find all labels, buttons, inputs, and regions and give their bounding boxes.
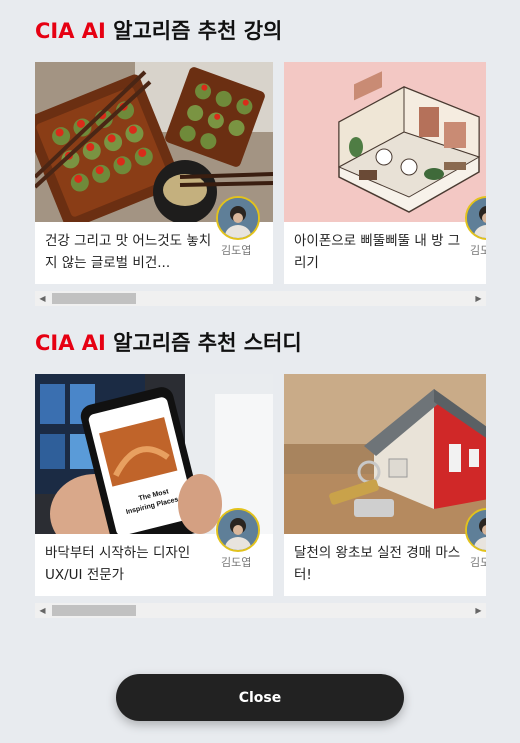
room-illustration <box>284 62 486 222</box>
scroll-right-arrow-icon[interactable]: ▶ <box>471 603 486 618</box>
scroll-right-arrow-icon[interactable]: ▶ <box>471 291 486 306</box>
card-title: 건강 그리고 맛 어느것도 놓치지 않는 글로벌 비건... <box>45 233 212 271</box>
scroll-left-arrow-icon[interactable]: ◀ <box>35 291 50 306</box>
brand-text: CIA AI <box>35 19 106 43</box>
lecture-card[interactable]: 아이폰으로 삐뚤삐뚤 내 방 그리기 김도엽 <box>284 62 486 284</box>
author-name: 김도엽 <box>470 556 486 569</box>
house-key-photo <box>284 374 486 534</box>
lecture-card[interactable]: 건강 그리고 맛 어느것도 놓치지 않는 글로벌 비건... 김도엽 <box>35 62 273 284</box>
brand-text: CIA AI <box>35 331 106 355</box>
section-title-text: 알고리즘 추천 스터디 <box>105 331 302 355</box>
author-name: 김도엽 <box>221 556 252 569</box>
card-title: 아이폰으로 삐뚤삐뚤 내 방 그리기 <box>294 233 461 271</box>
card-title: 달천의 왕초보 실전 경매 마스터! <box>294 545 461 583</box>
scroll-left-arrow-icon[interactable]: ◀ <box>35 603 50 618</box>
author-avatar[interactable] <box>216 196 260 240</box>
author-name: 김도엽 <box>221 244 252 257</box>
section-title-lectures: CIA AI 알고리즘 추천 강의 <box>35 15 282 45</box>
section-title-studies: CIA AI 알고리즘 추천 스터디 <box>35 327 302 357</box>
lecture-card-row: 건강 그리고 맛 어느것도 놓치지 않는 글로벌 비건... 김도엽 아이폰으로… <box>35 62 486 284</box>
card-title: 바닥부터 시작하는 디자인 UX/UI 전문가 <box>45 545 191 583</box>
scrollbar-thumb[interactable] <box>52 605 136 616</box>
section-title-text: 알고리즘 추천 강의 <box>105 19 283 43</box>
study-horizontal-scrollbar[interactable]: ◀ ▶ <box>35 603 486 618</box>
scrollbar-thumb[interactable] <box>52 293 136 304</box>
study-card[interactable]: 달천의 왕초보 실전 경매 마스터! 김도엽 <box>284 374 486 596</box>
close-button[interactable]: Close <box>116 674 404 721</box>
lecture-horizontal-scrollbar[interactable]: ◀ ▶ <box>35 291 486 306</box>
author-avatar[interactable] <box>216 508 260 552</box>
study-card-row: The Most Inspiring Places 바닥부터 시작하는 디자인 … <box>35 374 486 596</box>
study-card[interactable]: The Most Inspiring Places 바닥부터 시작하는 디자인 … <box>35 374 273 596</box>
author-name: 김도엽 <box>470 244 486 257</box>
